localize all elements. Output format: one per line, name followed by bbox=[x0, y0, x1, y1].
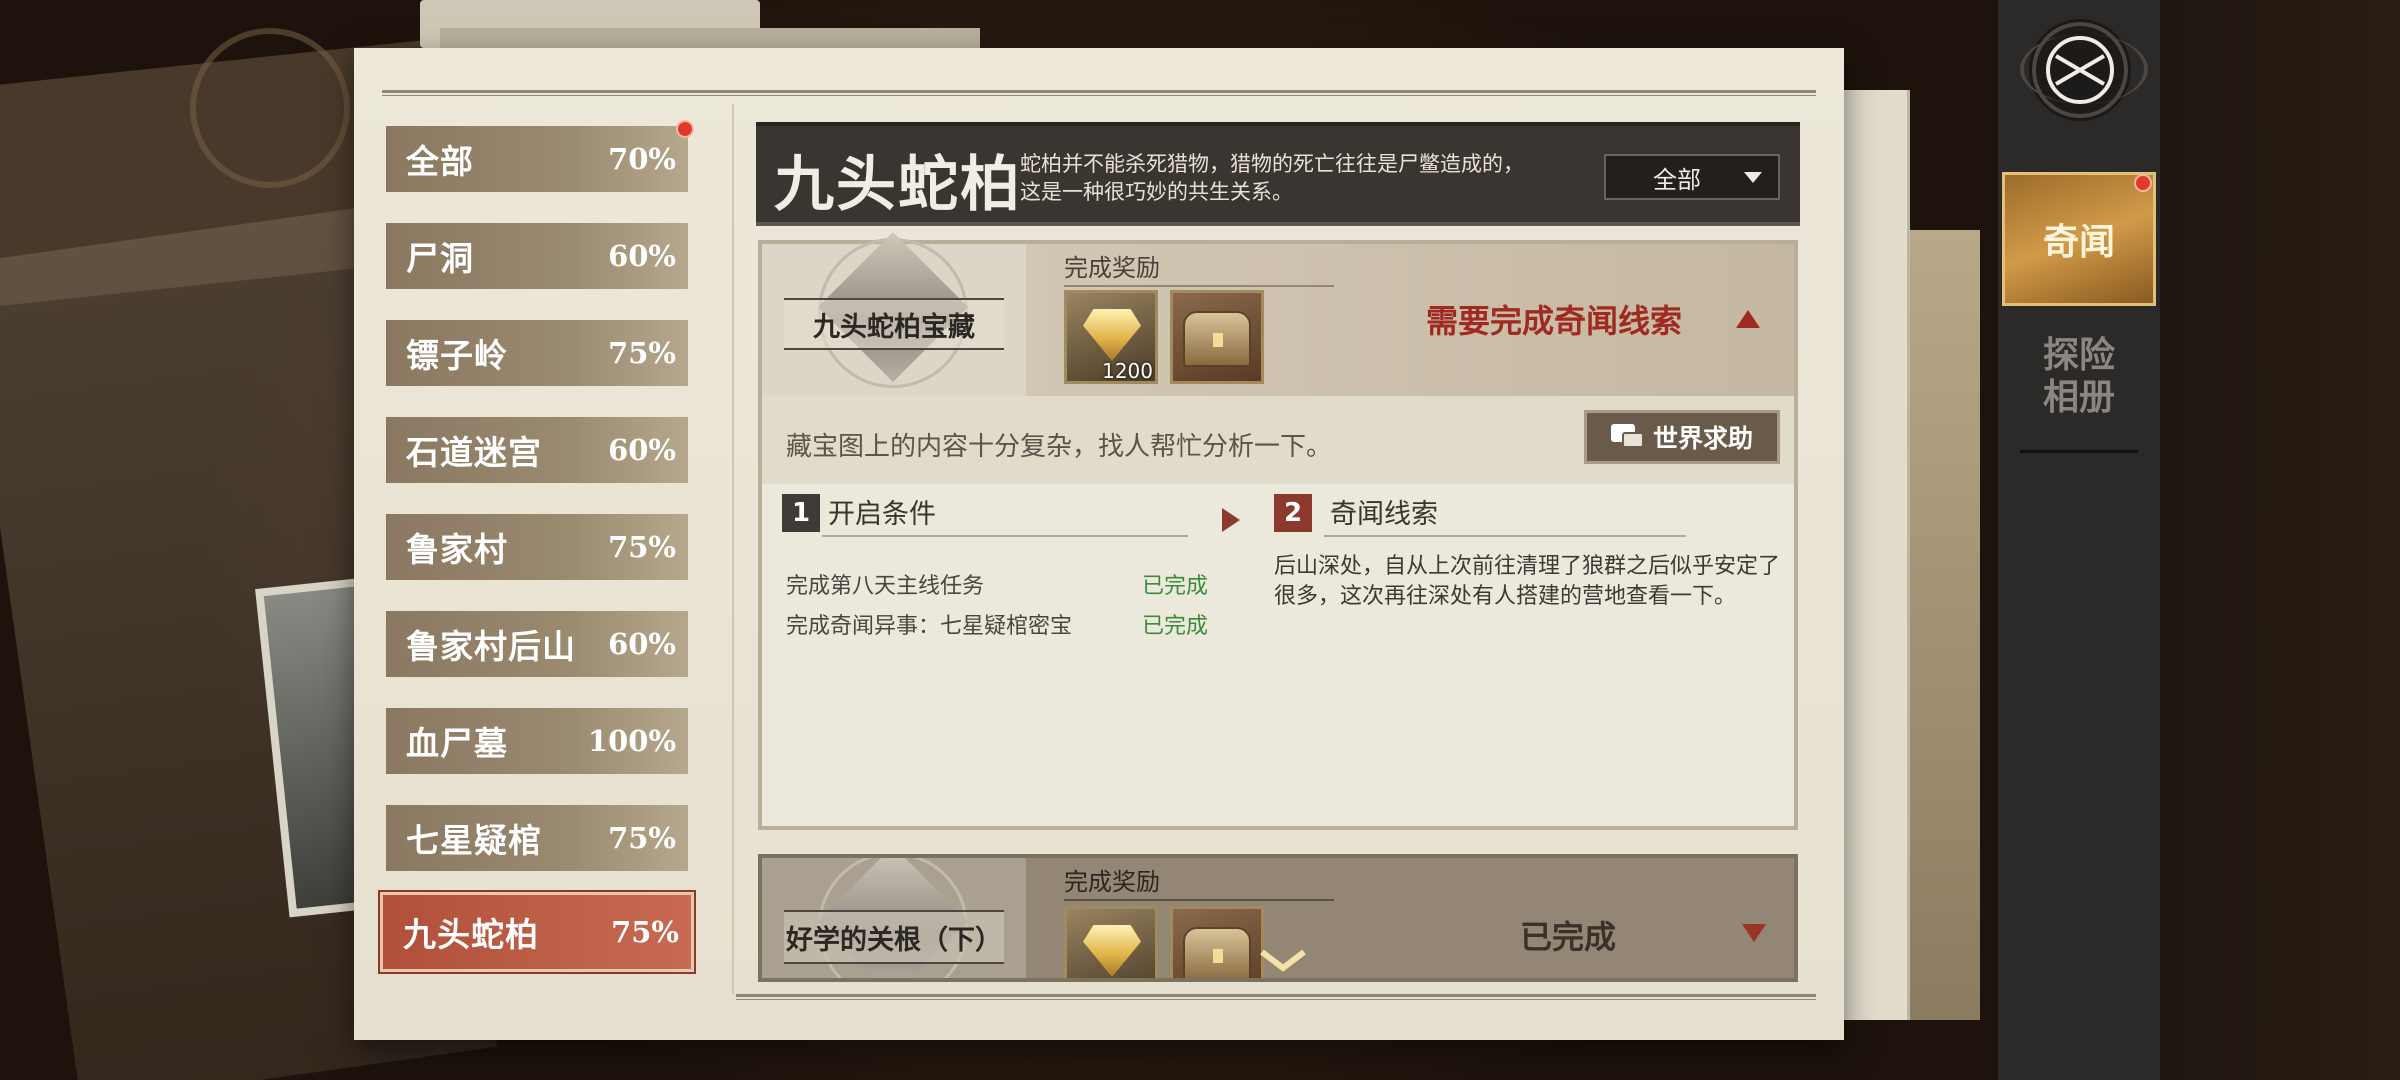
sidebar-item-biaozi-ridge[interactable]: 镖子岭 75% bbox=[386, 320, 688, 386]
task-card-header[interactable]: 九头蛇柏宝藏 完成奖励 1200 需要完成奇闻线索 bbox=[762, 232, 1794, 396]
tab-adventure-album[interactable]: 探险相册 bbox=[1998, 334, 2160, 418]
task-title: 九头蛇柏宝藏 bbox=[784, 298, 1004, 350]
task-emblem: 九头蛇柏宝藏 bbox=[762, 232, 1026, 396]
sidebar-item-label: 镖子岭 bbox=[406, 336, 508, 375]
diamond-icon bbox=[1083, 925, 1141, 977]
page-description: 蛇柏并不能杀死猎物，猎物的死亡往往是尸鳖造成的，这是一种很巧妙的共生关系。 bbox=[1020, 152, 1524, 204]
clue-text: 后山深处，自从上次前往清理了狼群之后似乎安定了很多，这次再往深处有人搭建的营地查… bbox=[1274, 554, 1781, 609]
sidebar-item-percent: 75% bbox=[611, 915, 679, 949]
task-details: 1 开启条件 完成第八天主线任务 已完成 完成奇闻异事：七星疑棺密宝 已完成 2… bbox=[762, 484, 1794, 826]
play-arrow-icon bbox=[1222, 508, 1240, 532]
task-status: 已完成 bbox=[1520, 918, 1617, 956]
tab-label: 奇闻 bbox=[2042, 221, 2115, 263]
reward-item[interactable]: 1200 bbox=[1064, 290, 1158, 384]
condition-status: 已完成 bbox=[1142, 574, 1209, 599]
sidebar-item-percent: 75% bbox=[608, 530, 676, 564]
task-hint-row: 藏宝图上的内容十分复杂，找人帮忙分析一下。 世界求助 bbox=[762, 396, 1794, 484]
reward-label: 完成奖励 bbox=[1064, 248, 1334, 287]
filter-dropdown[interactable]: 全部 bbox=[1604, 154, 1780, 200]
expand-arrow-icon[interactable] bbox=[1742, 924, 1766, 942]
section-title-clue: 奇闻线索 bbox=[1324, 492, 1686, 537]
sidebar-item-lu-village-hill[interactable]: 鲁家村后山 60% bbox=[386, 611, 688, 677]
filter-value: 全部 bbox=[1653, 165, 1701, 194]
region-right-rail: 奇闻 探险相册 bbox=[1998, 0, 2160, 1080]
sidebar-item-stone-maze[interactable]: 石道迷宫 60% bbox=[386, 417, 688, 483]
sidebar-item-label: 石道迷宫 bbox=[406, 433, 542, 472]
sidebar-item-label: 九头蛇柏 bbox=[403, 915, 539, 954]
sidebar-item-all[interactable]: 全部 70% bbox=[386, 126, 688, 192]
divider bbox=[732, 104, 734, 994]
treasure-chest-icon bbox=[1183, 927, 1251, 978]
step-number: 2 bbox=[1274, 494, 1312, 532]
region-header: 九头蛇柏 蛇柏并不能杀死猎物，猎物的死亡往往是尸鳖造成的，这是一种很巧妙的共生关… bbox=[756, 122, 1800, 226]
condition-text: 完成奇闻异事：七星疑棺密宝 bbox=[786, 614, 1073, 639]
notification-dot-icon bbox=[2134, 174, 2152, 192]
rail-divider bbox=[2020, 450, 2138, 453]
sidebar-item-percent: 60% bbox=[608, 627, 676, 661]
reward-item[interactable] bbox=[1170, 906, 1264, 978]
sidebar-item-seven-star-coffin[interactable]: 七星疑棺 75% bbox=[386, 805, 688, 871]
sidebar-item-label: 七星疑棺 bbox=[406, 821, 542, 860]
caret-down-icon bbox=[1744, 172, 1762, 183]
sidebar-item-percent: 75% bbox=[608, 336, 676, 370]
task-emblem: 好学的关根（下） bbox=[762, 858, 1026, 978]
task-hint: 藏宝图上的内容十分复杂，找人帮忙分析一下。 bbox=[786, 432, 1333, 462]
tab-label: 探险相册 bbox=[2042, 334, 2115, 418]
sidebar-item-percent: 75% bbox=[608, 821, 676, 855]
reward-count: 1200 bbox=[1102, 359, 1153, 383]
sidebar-item-percent: 60% bbox=[608, 433, 676, 467]
sidebar-item-percent: 70% bbox=[608, 142, 676, 176]
task-card: 九头蛇柏宝藏 完成奖励 1200 需要完成奇闻线索 藏宝图上的内容十分复杂，找人… bbox=[758, 232, 1798, 830]
reward-item[interactable] bbox=[1170, 290, 1264, 384]
collapse-arrow-icon[interactable] bbox=[1736, 310, 1760, 328]
condition-status: 已完成 bbox=[1142, 614, 1209, 639]
sidebar-item-label: 鲁家村后山 bbox=[406, 627, 576, 666]
background-stamp bbox=[190, 28, 350, 188]
sidebar-item-corpse-cave[interactable]: 尸洞 60% bbox=[386, 223, 688, 289]
sidebar-item-label: 全部 bbox=[406, 142, 474, 181]
notification-dot-icon bbox=[676, 120, 694, 138]
background-bar bbox=[440, 28, 980, 48]
page-title: 九头蛇柏 bbox=[774, 150, 1022, 220]
sidebar-item-label: 鲁家村 bbox=[406, 530, 508, 569]
step-number: 1 bbox=[782, 494, 820, 532]
reward-label: 完成奖励 bbox=[1064, 862, 1334, 901]
compass-close-icon[interactable] bbox=[2020, 22, 2148, 118]
sidebar-item-blood-tomb[interactable]: 血尸墓 100% bbox=[386, 708, 688, 774]
treasure-chest-icon bbox=[1183, 311, 1251, 367]
reward-item[interactable] bbox=[1064, 906, 1158, 978]
chat-icon bbox=[1610, 424, 1645, 450]
tab-strange-tales[interactable]: 奇闻 bbox=[2002, 172, 2156, 306]
condition-text: 完成第八天主线任务 bbox=[786, 574, 985, 599]
section-title-conditions: 开启条件 bbox=[822, 492, 1188, 537]
sidebar-item-nine-head-cypress[interactable]: 九头蛇柏 75% bbox=[380, 892, 694, 972]
sidebar-item-lu-village[interactable]: 鲁家村 75% bbox=[386, 514, 688, 580]
task-title: 好学的关根（下） bbox=[784, 910, 1004, 964]
top-rule bbox=[382, 90, 1816, 96]
sidebar-item-percent: 100% bbox=[587, 724, 676, 758]
sidebar-item-label: 血尸墓 bbox=[406, 724, 508, 763]
world-help-button[interactable]: 世界求助 bbox=[1584, 410, 1780, 464]
bottom-rule bbox=[736, 994, 1816, 1000]
right-edge bbox=[2160, 0, 2400, 1080]
world-help-label: 世界求助 bbox=[1652, 424, 1753, 453]
sidebar-item-percent: 60% bbox=[608, 239, 676, 273]
task-status: 需要完成奇闻线索 bbox=[1426, 302, 1683, 340]
scroll-down-chevron-icon[interactable] bbox=[1258, 946, 1308, 976]
diamond-icon bbox=[1083, 309, 1141, 361]
sidebar-item-label: 尸洞 bbox=[406, 239, 474, 278]
